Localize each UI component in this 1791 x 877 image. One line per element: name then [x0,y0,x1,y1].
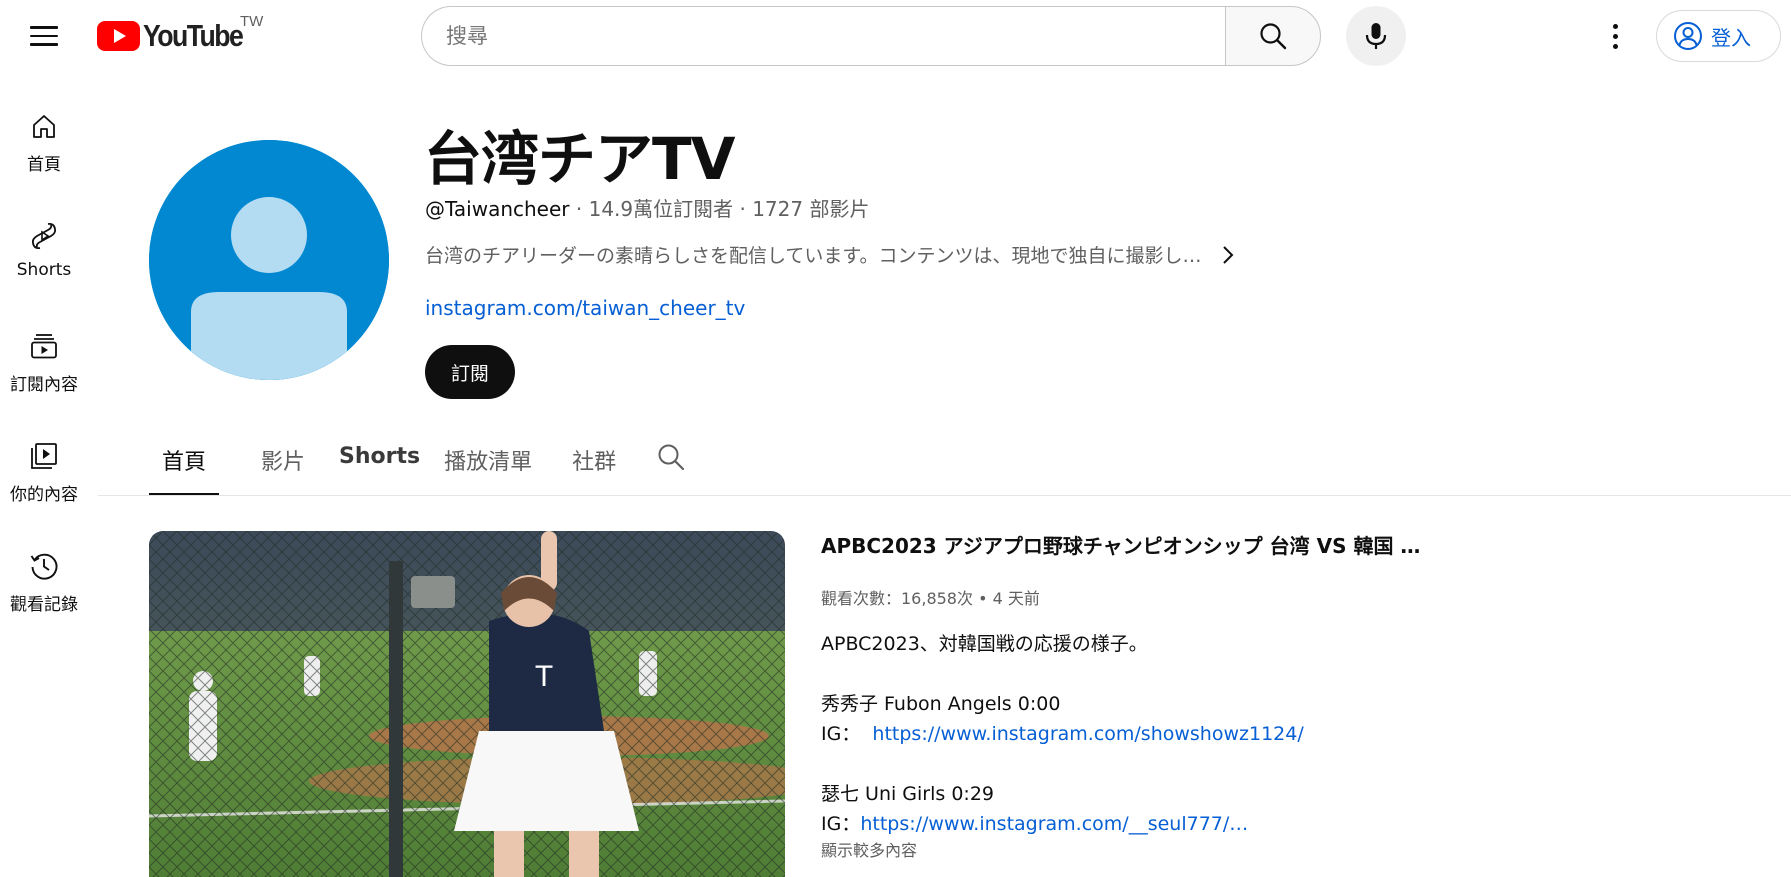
search-input[interactable] [446,24,1226,48]
tab-community[interactable]: 社群 [560,428,628,496]
channel-meta: @Taiwancheer · 14.9萬位訂閱者 · 1727 部影片 [425,193,869,222]
upload-age: 4 天前 [992,589,1040,608]
subscriber-count: 14.9萬位訂閱者 [588,197,734,221]
featured-video-thumbnail[interactable]: T [149,531,785,877]
sidebar-item-label: 訂閱內容 [10,375,78,395]
logo-wordmark: YouTube [143,18,244,53]
channel-description-text: 台湾のチアリーダーの素晴らしさを配信しています。コンテンツは、現地で独自に撮影し… [425,245,1202,267]
sign-in-label: 登入 [1711,25,1751,50]
description-line: APBC2023、対韓国戦の応援の様子。 [821,633,1148,655]
featured-video-info: APBC2023 アジアプロ野球チャンピオンシップ 台湾 VS 韓国 … 觀看次… [821,530,1521,861]
search-icon [1260,23,1287,50]
video-meta: 觀看次數：16,858次 • 4 天前 [821,585,1521,609]
sidebar-item-history[interactable]: 觀看記錄 [0,536,88,646]
sidebar-item-library[interactable]: 你的內容 [0,426,88,536]
tab-search-icon[interactable] [646,428,696,496]
microphone-icon [1365,23,1387,49]
shorts-icon [28,220,60,252]
youtube-play-icon [97,21,140,51]
account-icon [1674,22,1702,50]
subscriptions-icon [28,330,60,362]
tabs-divider [98,495,1791,496]
sidebar-item-label: 你的內容 [10,485,78,505]
search-button[interactable] [1225,6,1321,66]
sidebar-item-label: Shorts [16,260,72,280]
library-icon [28,440,60,472]
more-options-icon[interactable] [1595,16,1635,56]
history-icon [28,550,60,582]
meta-separator: · [739,197,753,221]
view-count: 觀看次數：16,858次 [821,589,973,608]
subscribe-button[interactable]: 訂閱 [425,345,515,399]
sidebar-item-label: 觀看記錄 [10,595,78,615]
channel-description[interactable]: 台湾のチアリーダーの素晴らしさを配信しています。コンテンツは、現地で独自に撮影し… [425,241,1240,268]
instagram-link[interactable]: https://www.instagram.com/__seul777/… [860,813,1248,835]
description-line: 秀秀子 Fubon Angels 0:00 [821,693,1061,715]
chevron-right-icon[interactable] [1216,243,1240,267]
description-gap [821,659,1521,689]
sidebar-item-home[interactable]: 首頁 [0,96,88,206]
youtube-logo[interactable]: YouTube [97,18,258,53]
channel-tabs: 首頁 影片 Shorts 播放清單 社群 [149,428,696,496]
tab-home[interactable]: 首頁 [149,428,220,496]
menu-icon[interactable] [24,18,64,54]
channel-handle: @Taiwancheer [425,197,570,221]
meta-separator: · [575,197,589,221]
instagram-link[interactable]: https://www.instagram.com/showshowz1124/ [872,723,1303,745]
video-thumbnail-image: T [149,531,785,877]
meta-dot: • [978,589,993,608]
sidebar-item-shorts[interactable]: Shorts [0,206,88,316]
top-bar: YouTube TW 登入 [0,0,1791,72]
voice-search-button[interactable] [1346,6,1406,66]
left-sidebar: 首頁 Shorts 訂閱內容 你的內容 觀看記錄 [0,96,88,646]
channel-name: 台湾チアTV [424,125,735,193]
sign-in-button[interactable]: 登入 [1656,10,1781,62]
channel-external-link[interactable]: instagram.com/taiwan_cheer_tv [425,296,745,320]
description-line: 瑟七 Uni Girls 0:29 [821,783,995,805]
ig-prefix: IG： [821,813,861,835]
channel-avatar [149,140,389,380]
tab-videos[interactable]: 影片 [249,428,317,496]
svg-text:T: T [535,660,553,693]
description-line: IG： https://www.instagram.com/showshowz1… [821,719,1521,749]
sidebar-item-subscriptions[interactable]: 訂閱內容 [0,316,88,426]
tab-shorts[interactable]: Shorts [327,428,432,496]
country-code: TW [240,13,264,30]
video-title[interactable]: APBC2023 アジアプロ野球チャンピオンシップ 台湾 VS 韓国 … [821,530,1521,559]
default-avatar-icon [149,140,389,380]
tab-playlists[interactable]: 播放清單 [432,428,544,496]
description-gap [821,749,1521,779]
video-count: 1727 部影片 [752,197,870,221]
video-description: APBC2023、対韓国戦の応援の様子。 秀秀子 Fubon Angels 0:… [821,629,1521,839]
search-bar [421,6,1226,66]
home-icon [28,110,60,142]
show-more-button[interactable]: 顯示較多內容 [821,837,1521,861]
description-line: IG：https://www.instagram.com/__seul777/… [821,809,1521,839]
sidebar-item-label: 首頁 [27,155,61,175]
ig-prefix: IG： [821,723,861,745]
